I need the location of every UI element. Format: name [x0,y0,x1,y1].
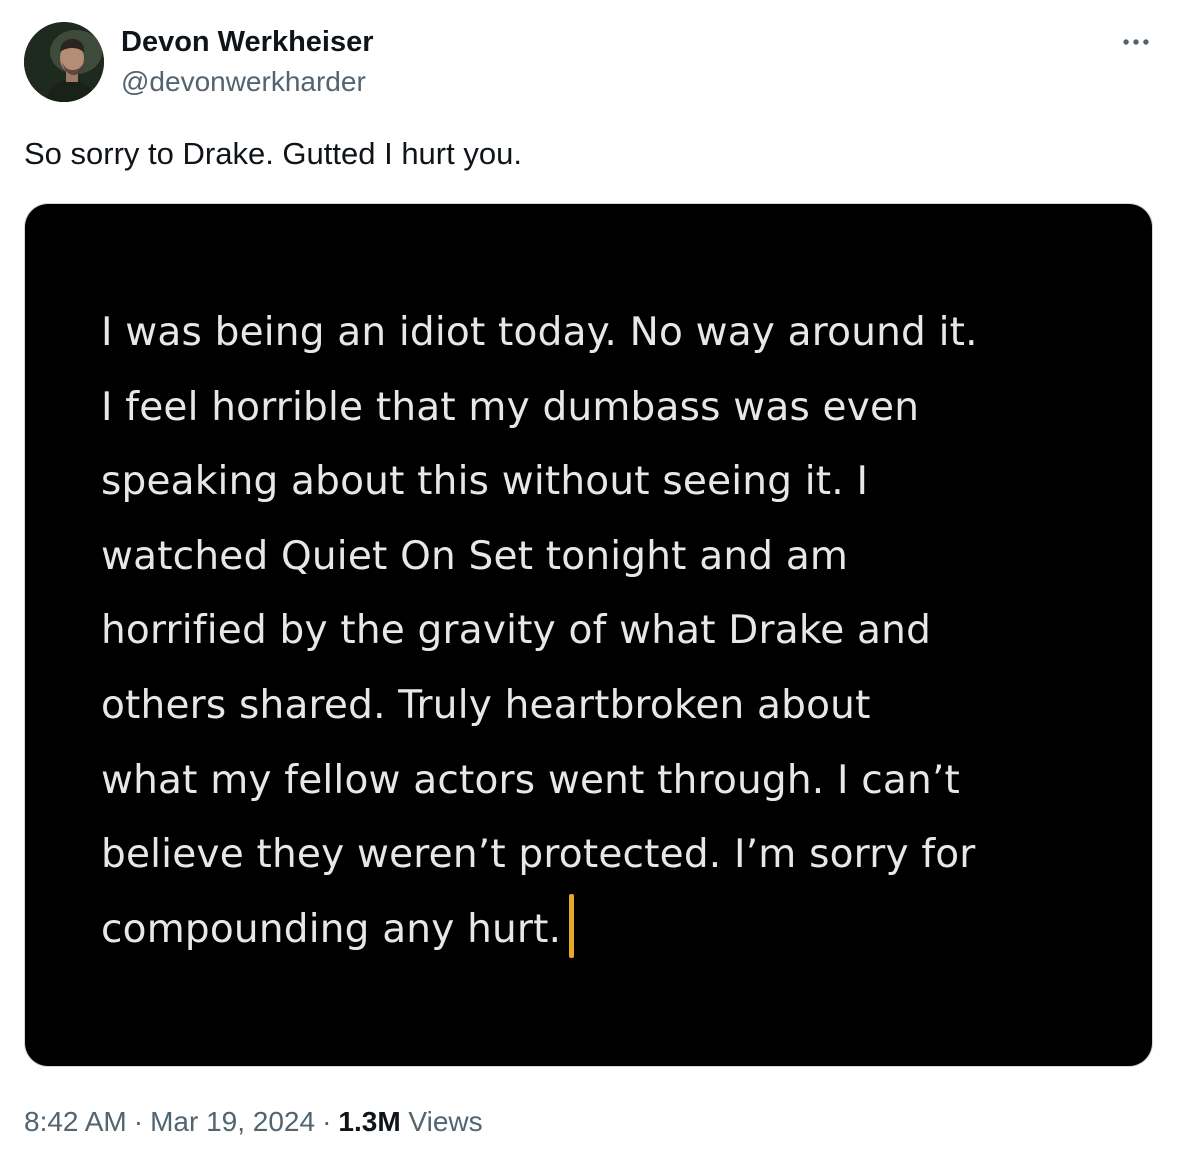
note-line: what my fellow actors went through. I ca… [101,757,961,803]
note-line: I feel horrible that my dumbass was even [101,384,920,430]
note-line: I was being an idiot today. No way aroun… [101,310,978,355]
author-handle[interactable]: @devonwerkharder [121,66,366,98]
profile-photo [24,22,104,102]
note-line: watched Quiet On Set tonight and am [101,533,849,579]
tweet-timestamp-link[interactable]: 8:42 AM · Mar 19, 2024 [24,1106,315,1137]
note-line: speaking about this without seeing it. I [101,459,869,505]
screenshot-image: I was being an idiot today. No way aroun… [25,204,1152,1066]
tweet-date: Mar 19, 2024 [150,1106,316,1137]
note-line-text: compounding any hurt. [101,906,562,952]
note-line: horrified by the gravity of what Drake a… [101,608,932,654]
author-display-name[interactable]: Devon Werkheiser [121,26,374,59]
image-note-text: I was being an idiot today. No way aroun… [101,296,1101,967]
note-line: others shared. Truly heartbroken about [101,682,871,728]
views-label: Views [408,1106,483,1137]
tweet-meta: 8:42 AM · Mar 19, 2024 · 1.3M Views [24,1106,483,1138]
note-line: believe they weren’t protected. I’m sorr… [101,832,976,878]
tweet-time: 8:42 AM [24,1106,127,1137]
text-cursor-caret [569,893,575,958]
more-horizontal-icon [1123,39,1149,45]
views-count: 1.3M [338,1106,401,1137]
separator: · [322,1106,332,1137]
note-line-last: compounding any hurt. [101,893,1101,968]
tweet-text: So sorry to Drake. Gutted I hurt you. [24,136,522,171]
avatar[interactable] [24,22,104,102]
separator: · [133,1106,144,1137]
tweet-media[interactable]: I was being an idiot today. No way aroun… [24,203,1153,1067]
more-options-button[interactable] [1116,22,1156,62]
